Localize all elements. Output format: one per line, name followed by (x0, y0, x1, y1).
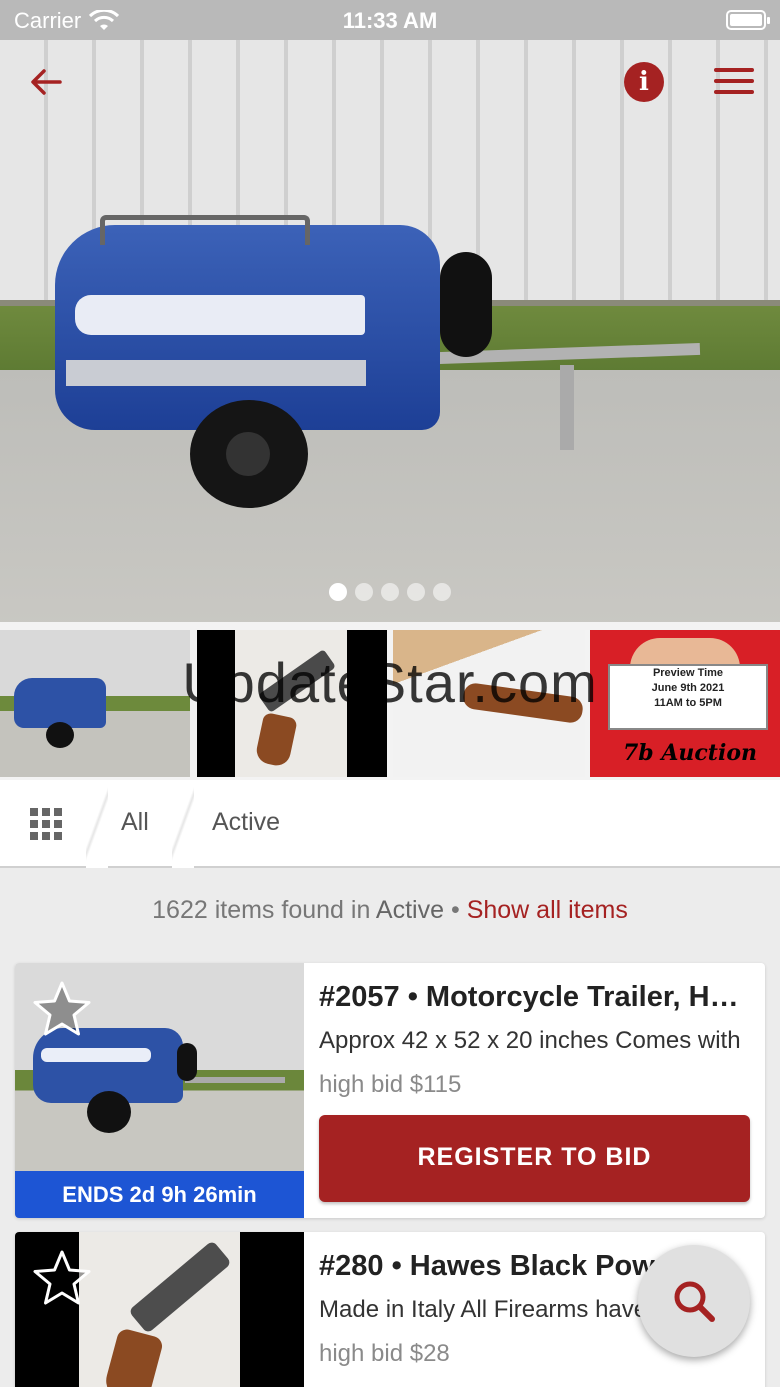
lot-image[interactable] (15, 1232, 304, 1387)
thumbnail-strip: Preview Time June 9th 2021 11AM to 5PM 7… (0, 622, 780, 780)
lot-title[interactable]: #2057 • Motorcycle Trailer, Hawes (319, 981, 750, 1017)
lot-card[interactable]: ENDS 2d 9h 26min #2057 • Motorcycle Trai… (15, 963, 765, 1218)
trailer-stripe-lower (66, 360, 366, 386)
trailer-jack (560, 365, 574, 450)
results-filter-name: Active (375, 896, 445, 924)
thumbnail-gun-stock[interactable] (393, 630, 585, 777)
search-icon (674, 1281, 715, 1322)
thumbnail-revolver-grip (254, 712, 298, 768)
results-summary: 1622 items found in Active • Show all it… (0, 896, 780, 925)
lot-high-bid: high bid $115 (319, 1071, 462, 1098)
preview-board-line-3: 11AM to 5PM (654, 697, 722, 709)
thumbnail-revolver[interactable] (197, 630, 387, 777)
battery-icon (726, 10, 770, 30)
trailer-rack (100, 215, 310, 245)
carousel-dot-1[interactable] (329, 583, 347, 601)
hamburger-menu-icon[interactable] (714, 68, 754, 98)
lot-info: #2057 • Motorcycle Trailer, Hawes Approx… (319, 963, 750, 1202)
preview-board-line-1: Preview Time (652, 667, 724, 679)
watch-star-icon[interactable] (31, 1248, 93, 1310)
thumbnail-revolver-barrel (257, 649, 337, 713)
lot-image-tongue (185, 1077, 285, 1083)
thumbnail-trailer-shape (14, 678, 106, 728)
thumbnail-stock-shape (461, 681, 585, 725)
trailer-wheel (190, 400, 308, 508)
info-icon[interactable]: i (624, 62, 664, 102)
thumbnail-preview-time[interactable]: Preview Time June 9th 2021 11AM to 5PM 7… (590, 630, 780, 777)
filter-separator (172, 780, 194, 868)
clock: 11:33 AM (342, 8, 438, 33)
filter-separator (86, 780, 108, 868)
show-all-items-link[interactable]: Show all items (467, 896, 628, 924)
carousel-dot-3[interactable] (381, 583, 399, 601)
preview-board-line-2: June 9th 2021 (651, 682, 725, 694)
tab-all[interactable]: All (121, 780, 149, 868)
carousel-dot-5[interactable] (433, 583, 451, 601)
lot-description: Approx 42 x 52 x 20 inches Comes with (319, 1027, 741, 1054)
lot-image-stripe (41, 1048, 151, 1062)
preview-board: Preview Time June 9th 2021 11AM to 5PM (608, 664, 768, 730)
grid-icon (30, 808, 62, 840)
spare-tire (440, 252, 492, 357)
lot-image-revolver-barrel (128, 1240, 232, 1334)
ends-countdown-badge: ENDS 2d 9h 26min (15, 1171, 304, 1218)
trailer-stripe (75, 295, 365, 335)
carousel-dot-2[interactable] (355, 583, 373, 601)
watch-star-icon[interactable] (31, 979, 93, 1041)
grid-view-button[interactable] (0, 780, 92, 868)
thumbnail-trailer[interactable] (0, 630, 190, 777)
auction-logo: 7b Auction (623, 740, 757, 766)
lot-image-wheel (87, 1091, 131, 1133)
carousel-dot-4[interactable] (407, 583, 425, 601)
thumbnail-trailer-wheel (46, 722, 74, 748)
lot-image-revolver-grip (101, 1327, 165, 1387)
register-to-bid-button[interactable]: REGISTER TO BID (319, 1115, 750, 1202)
results-separator: • (450, 896, 460, 924)
tab-active[interactable]: Active (212, 780, 280, 868)
search-button[interactable] (638, 1245, 750, 1357)
status-bar: Carrier 11:33 AM (0, 0, 780, 40)
lot-image[interactable]: ENDS 2d 9h 26min (15, 963, 304, 1218)
hero-image-carousel[interactable]: i (0, 40, 780, 622)
filter-bar: All Active (0, 780, 780, 868)
results-count: 1622 items found in (152, 896, 371, 924)
back-arrow-icon[interactable] (26, 62, 66, 102)
carousel-indicator (0, 583, 780, 601)
lot-image-spare (177, 1043, 197, 1081)
